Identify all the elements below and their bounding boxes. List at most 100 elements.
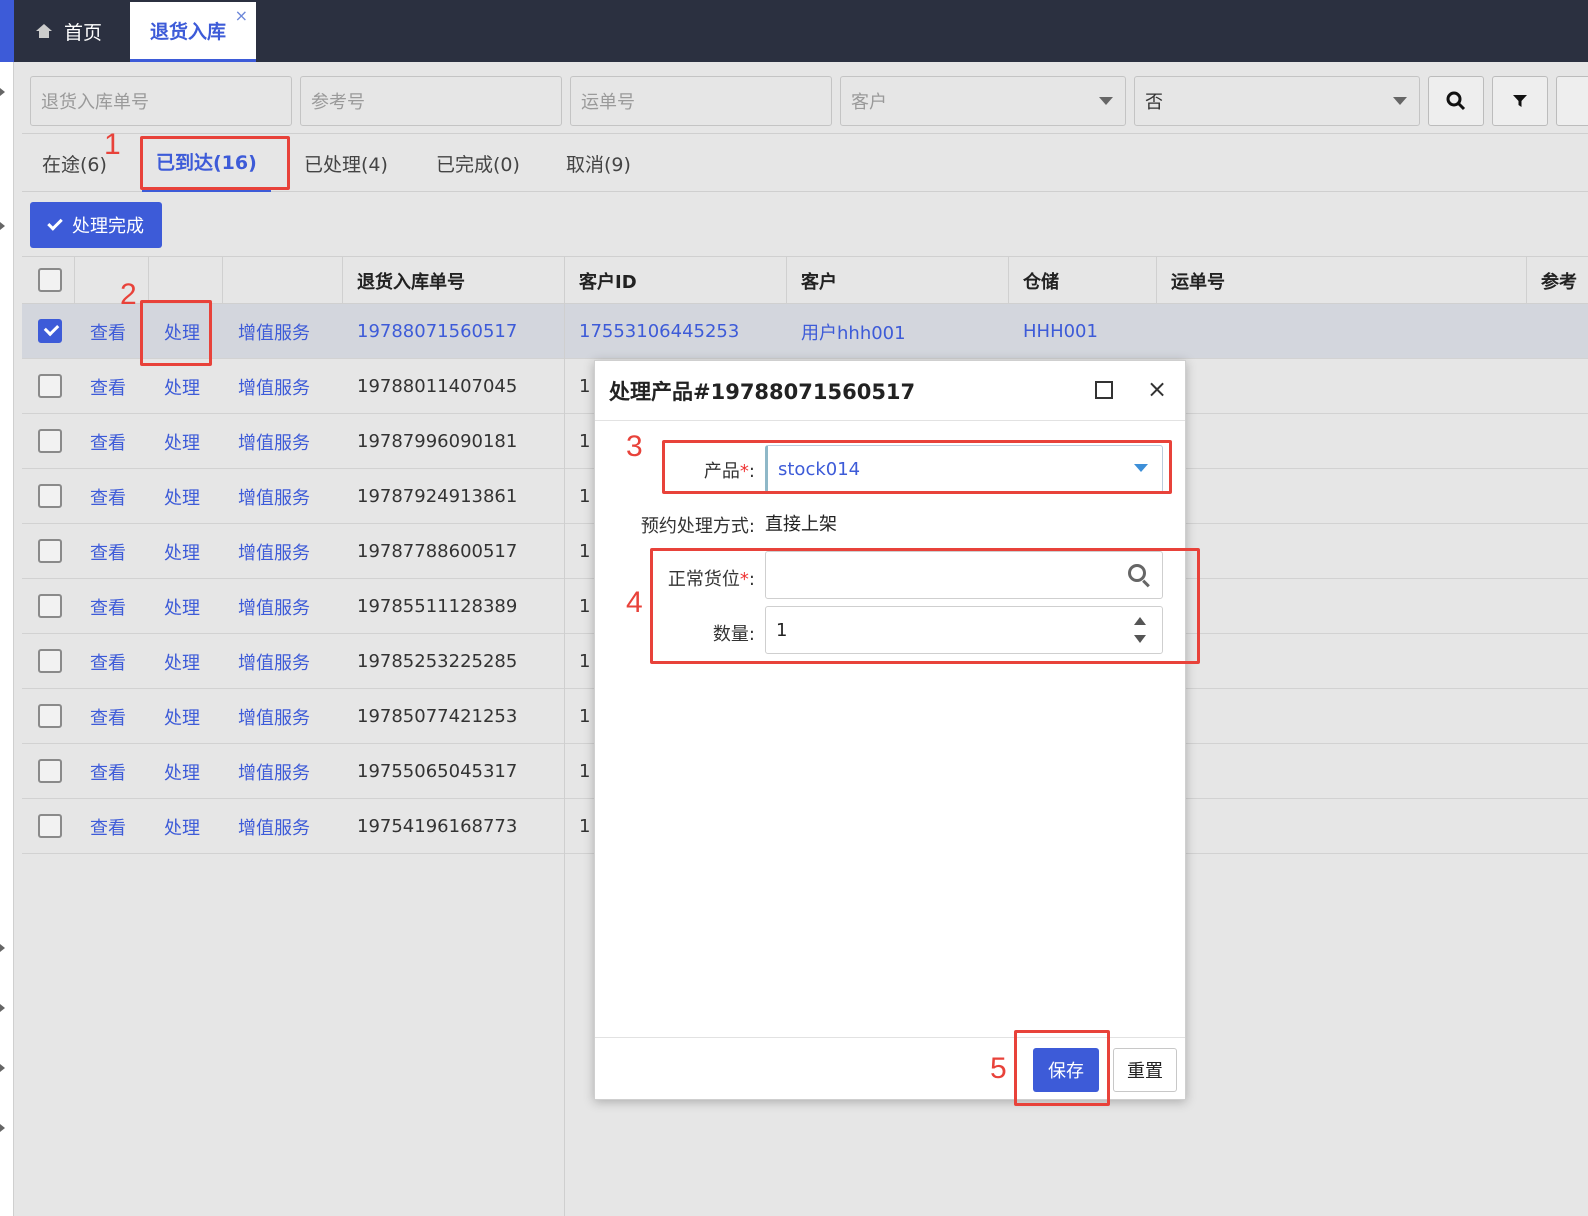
row-checkbox[interactable]	[38, 759, 62, 783]
header-customer[interactable]: 客户	[786, 257, 1008, 305]
tab-home-label: 首页	[64, 21, 103, 44]
return-no-input[interactable]: 退货入库单号	[30, 76, 292, 126]
close-icon[interactable]: ×	[1147, 377, 1167, 401]
customer-id-clipped: 1	[579, 596, 591, 617]
tab-completed[interactable]: 已完成(0)	[436, 134, 520, 192]
row-checkbox[interactable]	[38, 539, 62, 563]
chevron-right-icon[interactable]	[0, 944, 5, 952]
vas-link[interactable]: 增值服务	[238, 304, 310, 359]
customer-id-clipped: 1	[579, 376, 591, 397]
warehouse-link[interactable]: HHH001	[1023, 304, 1098, 359]
more-button[interactable]	[1556, 76, 1588, 126]
chevron-right-icon[interactable]	[0, 1064, 5, 1072]
row-checkbox[interactable]	[38, 429, 62, 453]
annotation-number-2: 2	[120, 278, 137, 311]
row-checkbox[interactable]	[38, 704, 62, 728]
view-link[interactable]: 查看	[90, 359, 126, 414]
view-link[interactable]: 查看	[90, 469, 126, 524]
chevron-right-icon[interactable]	[0, 88, 5, 96]
order-no: 19787788600517	[357, 541, 518, 562]
process-link[interactable]: 处理	[164, 524, 200, 579]
column-divider	[564, 256, 565, 1216]
view-link[interactable]: 查看	[90, 304, 126, 359]
vas-link[interactable]: 增值服务	[238, 359, 310, 414]
select-all-checkbox[interactable]	[38, 268, 62, 292]
view-link[interactable]: 查看	[90, 579, 126, 634]
view-link[interactable]: 查看	[90, 634, 126, 689]
customer-link[interactable]: 用户hhh001	[801, 304, 906, 359]
header-blank	[222, 257, 342, 305]
ref-no-input[interactable]: 参考号	[300, 76, 562, 126]
annotation-box-2	[140, 300, 212, 366]
table-row[interactable]: 查看 处理 增值服务 19788071560517 17553106445253…	[22, 304, 1588, 359]
row-checkbox[interactable]	[38, 484, 62, 508]
row-checkbox[interactable]	[38, 649, 62, 673]
order-no: 19787996090181	[357, 431, 518, 452]
row-checkbox[interactable]	[38, 594, 62, 618]
reset-button[interactable]: 重置	[1113, 1048, 1177, 1092]
tab-cancelled[interactable]: 取消(9)	[566, 134, 631, 192]
process-link[interactable]: 处理	[164, 689, 200, 744]
chevron-right-icon[interactable]	[0, 1004, 5, 1012]
annotation-box-3	[662, 440, 1172, 494]
table-header: 退货入库单号 客户ID 客户 仓储 运单号 参考	[22, 256, 1588, 305]
customer-id-link[interactable]: 17553106445253	[579, 304, 739, 359]
close-icon[interactable]: ×	[235, 6, 248, 25]
waybill-input[interactable]: 运单号	[570, 76, 832, 126]
search-button[interactable]	[1428, 76, 1484, 126]
view-link[interactable]: 查看	[90, 799, 126, 854]
customer-id-clipped: 1	[579, 541, 591, 562]
header-waybill[interactable]: 运单号	[1156, 257, 1526, 305]
vas-link[interactable]: 增值服务	[238, 524, 310, 579]
process-complete-button[interactable]: 处理完成	[30, 202, 162, 248]
process-link[interactable]: 处理	[164, 359, 200, 414]
process-link[interactable]: 处理	[164, 414, 200, 469]
annotation-box-5	[1014, 1030, 1110, 1106]
vas-link[interactable]: 增值服务	[238, 744, 310, 799]
header-warehouse[interactable]: 仓储	[1008, 257, 1156, 305]
check-icon	[47, 215, 63, 231]
maximize-icon[interactable]	[1095, 381, 1113, 399]
vas-link[interactable]: 增值服务	[238, 469, 310, 524]
view-link[interactable]: 查看	[90, 524, 126, 579]
customer-placeholder: 客户	[851, 92, 887, 113]
tab-home[interactable]: 首页	[14, 0, 130, 62]
header-customer-id[interactable]: 客户ID	[564, 257, 786, 305]
order-no-link[interactable]: 19788071560517	[357, 304, 517, 359]
view-link[interactable]: 查看	[90, 744, 126, 799]
chevron-right-icon[interactable]	[0, 1124, 5, 1132]
waybill-placeholder: 运单号	[581, 92, 635, 113]
process-link[interactable]: 处理	[164, 744, 200, 799]
process-link[interactable]: 处理	[164, 634, 200, 689]
header-reference[interactable]: 参考	[1526, 257, 1588, 305]
header-blank	[74, 257, 148, 305]
tab-in-transit[interactable]: 在途(6)	[42, 134, 107, 192]
sidebar-brand-block	[0, 0, 14, 62]
row-checkbox[interactable]	[38, 814, 62, 838]
tab-processed[interactable]: 已处理(4)	[304, 134, 388, 192]
vas-link[interactable]: 增值服务	[238, 689, 310, 744]
order-no: 19788011407045	[357, 376, 518, 397]
row-checkbox[interactable]	[38, 319, 62, 343]
vas-link[interactable]: 增值服务	[238, 634, 310, 689]
process-link[interactable]: 处理	[164, 579, 200, 634]
vas-link[interactable]: 增值服务	[238, 579, 310, 634]
filter-button[interactable]	[1492, 76, 1548, 126]
header-return-no[interactable]: 退货入库单号	[342, 257, 564, 305]
view-link[interactable]: 查看	[90, 414, 126, 469]
annotation-number-5: 5	[990, 1052, 1007, 1085]
process-link[interactable]: 处理	[164, 469, 200, 524]
chevron-right-icon[interactable]	[0, 222, 5, 230]
row-checkbox[interactable]	[38, 374, 62, 398]
method-label: 预约处理方式:	[640, 516, 755, 537]
yesno-select[interactable]: 否	[1134, 76, 1420, 126]
view-link[interactable]: 查看	[90, 689, 126, 744]
customer-id-clipped: 1	[579, 761, 591, 782]
filter-bar: 退货入库单号 参考号 运单号 客户 否	[22, 62, 1588, 134]
customer-select[interactable]: 客户	[840, 76, 1126, 126]
vas-link[interactable]: 增值服务	[238, 414, 310, 469]
vas-link[interactable]: 增值服务	[238, 799, 310, 854]
yesno-value: 否	[1145, 92, 1163, 113]
tab-return-inbound[interactable]: 退货入库 ×	[130, 2, 256, 62]
process-link[interactable]: 处理	[164, 799, 200, 854]
